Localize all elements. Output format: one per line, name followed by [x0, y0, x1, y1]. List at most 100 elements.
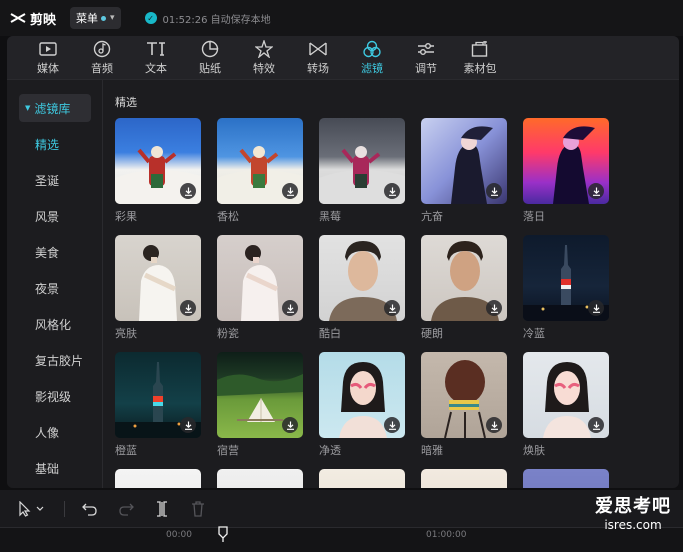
filter-card[interactable]: 黑莓: [319, 118, 405, 224]
delete-button[interactable]: [187, 498, 209, 520]
tab-label: 转场: [307, 62, 329, 75]
effects-icon: [254, 40, 274, 58]
tab-transition[interactable]: 转场: [291, 36, 345, 80]
check-icon: ✓: [144, 12, 157, 24]
tab-effects[interactable]: 特效: [237, 36, 291, 80]
filter-card[interactable]: [319, 469, 405, 488]
download-icon[interactable]: [486, 417, 502, 433]
select-tool-button[interactable]: [14, 498, 50, 520]
filter-library-button[interactable]: ▼ 滤镜库: [19, 94, 91, 122]
filter-thumbnail: [523, 469, 609, 488]
filter-thumbnail: [217, 469, 303, 488]
filter-thumbnail: [319, 469, 405, 488]
category-item-basic[interactable]: 基础: [7, 450, 102, 486]
filter-card[interactable]: [217, 469, 303, 488]
playhead[interactable]: [218, 526, 228, 542]
filter-card[interactable]: 暗雅: [421, 352, 507, 458]
download-icon[interactable]: [588, 183, 604, 199]
category-item-retro-film[interactable]: 复古胶片: [7, 342, 102, 378]
tab-sticker[interactable]: 贴纸: [183, 36, 237, 80]
tab-text[interactable]: 文本: [129, 36, 183, 80]
category-item-cinematic[interactable]: 影视级: [7, 378, 102, 414]
split-button[interactable]: [151, 498, 173, 520]
filter-name: 黑莓: [319, 210, 341, 223]
filter-thumbnail: [319, 352, 405, 438]
tab-adjust[interactable]: 调节: [399, 36, 453, 80]
category-item-christmas[interactable]: 圣诞: [7, 162, 102, 198]
filter-card[interactable]: [115, 469, 201, 488]
filter-card[interactable]: 亢奋: [421, 118, 507, 224]
filter-card[interactable]: 冷蓝: [523, 235, 609, 341]
download-icon[interactable]: [282, 183, 298, 199]
filter-card[interactable]: 宿营: [217, 352, 303, 458]
download-icon[interactable]: [588, 300, 604, 316]
filter-name: 焕肤: [523, 444, 545, 457]
filter-thumbnail: [523, 352, 609, 438]
sticker-icon: [200, 40, 220, 58]
filter-card[interactable]: 落日: [523, 118, 609, 224]
download-icon[interactable]: [384, 183, 400, 199]
tab-label: 滤镜: [361, 62, 383, 75]
tab-audio[interactable]: 音频: [75, 36, 129, 80]
download-icon[interactable]: [486, 183, 502, 199]
filter-card[interactable]: 橙蓝: [115, 352, 201, 458]
download-icon[interactable]: [486, 300, 502, 316]
capcut-logo-icon: [10, 13, 26, 23]
download-icon[interactable]: [588, 417, 604, 433]
watermark: 爱思考吧 isres.com: [595, 492, 671, 532]
redo-button[interactable]: [115, 498, 137, 520]
filter-card[interactable]: [523, 469, 609, 488]
tab-media[interactable]: 媒体: [21, 36, 75, 80]
filter-thumbnail: [523, 235, 609, 321]
filter-card[interactable]: 焕肤: [523, 352, 609, 458]
watermark-url: isres.com: [604, 518, 662, 532]
filter-name: 橙蓝: [115, 444, 137, 457]
download-icon[interactable]: [180, 183, 196, 199]
category-item-featured[interactable]: 精选: [7, 126, 102, 162]
media-icon: [38, 40, 58, 58]
filter-thumbnail: [115, 118, 201, 204]
category-item-food[interactable]: 美食: [7, 234, 102, 270]
timeline-panel: 00:00 01:00:00: [0, 490, 683, 552]
category-item-portrait[interactable]: 人像: [7, 414, 102, 450]
transition-icon: [308, 40, 328, 58]
undo-button[interactable]: [79, 498, 101, 520]
tab-label: 调节: [415, 62, 437, 75]
filter-name: 暗雅: [421, 444, 443, 457]
filter-name: 落日: [523, 210, 545, 223]
timeline-ruler[interactable]: 00:00 01:00:00: [0, 528, 683, 552]
tab-filter[interactable]: 滤镜: [345, 36, 399, 80]
tab-package[interactable]: 素材包: [453, 36, 507, 80]
filter-sidebar: ▼ 滤镜库 精选 圣诞 风景 美食 夜景 风格化 复古胶片 影视级 人像 基础: [7, 80, 103, 488]
undo-icon: [82, 503, 97, 516]
filter-card[interactable]: 酷白: [319, 235, 405, 341]
category-item-landscape[interactable]: 风景: [7, 198, 102, 234]
filter-card[interactable]: [421, 469, 507, 488]
filter-name: 冷蓝: [523, 327, 545, 340]
download-icon[interactable]: [384, 300, 400, 316]
filter-content: 精选 彩果 香松 黑莓 亢奋 落日 亮肤 粉瓷 酷白 硬朗 冷蓝 橙蓝 宿营 净…: [104, 80, 679, 488]
menu-button[interactable]: 菜单 ▾: [70, 7, 121, 29]
filter-card[interactable]: 亮肤: [115, 235, 201, 341]
chevron-down-icon: ▾: [110, 13, 115, 23]
filter-name: 净透: [319, 444, 341, 457]
filter-card[interactable]: 彩果: [115, 118, 201, 224]
filter-card[interactable]: 硬朗: [421, 235, 507, 341]
category-item-stylized[interactable]: 风格化: [7, 306, 102, 342]
toolbar-divider: [64, 500, 65, 517]
download-icon[interactable]: [180, 417, 196, 433]
autosave-status: ✓ 01:52:26 自动保存本地: [144, 11, 271, 26]
filter-thumbnail: [217, 118, 303, 204]
cursor-icon: [19, 500, 44, 517]
category-item-night[interactable]: 夜景: [7, 270, 102, 306]
filter-card[interactable]: 粉瓷: [217, 235, 303, 341]
download-icon[interactable]: [282, 417, 298, 433]
download-icon[interactable]: [384, 417, 400, 433]
ruler-tick-label: 01:00:00: [426, 530, 467, 540]
filter-card[interactable]: 净透: [319, 352, 405, 458]
download-icon[interactable]: [282, 300, 298, 316]
filter-card[interactable]: 香松: [217, 118, 303, 224]
audio-icon: [92, 40, 112, 58]
adjust-icon: [416, 40, 436, 58]
download-icon[interactable]: [180, 300, 196, 316]
